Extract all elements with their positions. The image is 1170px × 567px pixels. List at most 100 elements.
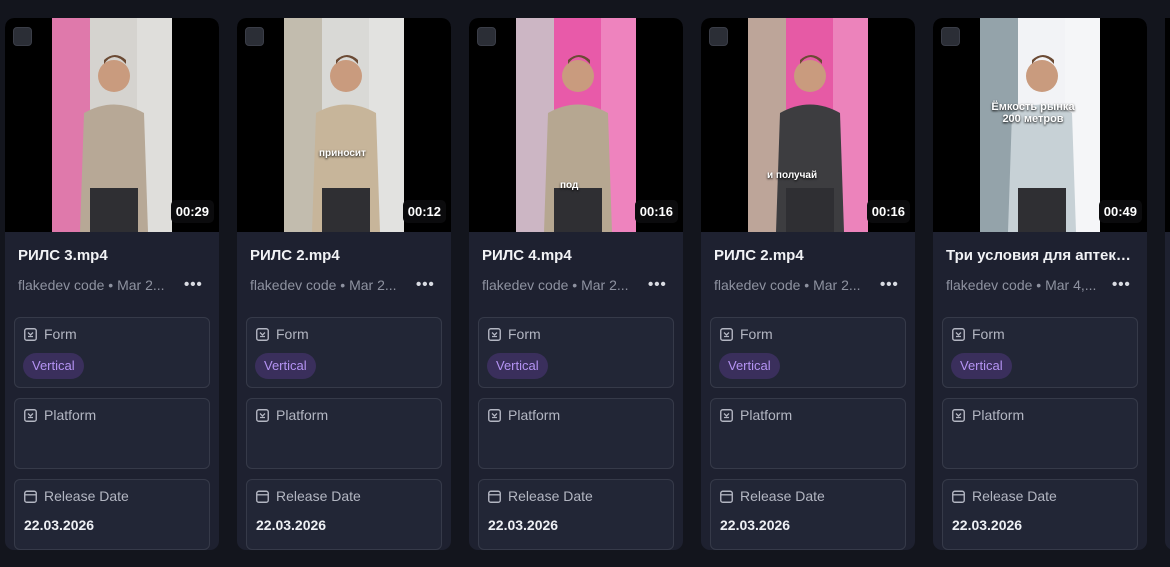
form-field[interactable]: Form Vertical — [14, 317, 210, 388]
duration-badge: 00:16 — [866, 200, 910, 223]
video-title[interactable]: РИЛС 4.mp4 — [482, 247, 672, 264]
video-title[interactable]: РИЛС 3.mp4 — [18, 247, 208, 264]
video-frame — [748, 18, 868, 232]
video-title[interactable]: РИЛС 2.mp4 — [714, 247, 904, 264]
form-value-tag[interactable]: Vertical — [487, 353, 548, 379]
more-options-icon[interactable]: ••• — [880, 277, 899, 292]
duration-badge: 00:49 — [1098, 200, 1142, 223]
meta-row: flakedev code • Mar 2... ••• — [250, 276, 440, 294]
release-date-field[interactable]: Release Date 22.03.2026 — [710, 479, 906, 550]
platform-field[interactable]: Platform — [478, 398, 674, 469]
release-date-field[interactable]: Release Date 22.03.2026 — [942, 479, 1138, 550]
platform-label: Platform — [276, 407, 329, 423]
video-frame-image — [516, 18, 636, 232]
video-meta: flakedev code • Mar 2... — [714, 277, 861, 293]
platform-icon — [24, 408, 37, 422]
form-label: Form — [44, 326, 77, 342]
platform-label: Platform — [508, 407, 561, 423]
form-value-tag[interactable]: Vertical — [719, 353, 780, 379]
form-field[interactable]: Form Vertical — [478, 317, 674, 388]
video-frame-image — [284, 18, 404, 232]
platform-field[interactable]: Platform — [710, 398, 906, 469]
video-card[interactable]: под 00:16 РИЛС 4.mp4 flakedev code • Mar… — [469, 18, 683, 550]
video-thumbnail[interactable]: приносит 00:12 — [237, 18, 451, 232]
video-card[interactable]: приносит 00:12 РИЛС 2.mp4 flakedev code … — [237, 18, 451, 550]
video-overlay-text: и получай — [767, 170, 818, 181]
platform-field[interactable]: Platform — [246, 398, 442, 469]
video-frame — [52, 18, 172, 232]
release-date-label: Release Date — [508, 488, 593, 504]
form-value-tag[interactable]: Vertical — [23, 353, 84, 379]
platform-icon — [256, 408, 269, 422]
video-card[interactable]: и получай 00:16 РИЛС 2.mp4 flakedev code… — [701, 18, 915, 550]
form-label: Form — [508, 326, 541, 342]
calendar-icon — [720, 490, 733, 503]
release-date-field[interactable]: Release Date 22.03.2026 — [246, 479, 442, 550]
select-checkbox[interactable] — [245, 27, 264, 46]
platform-icon — [488, 408, 501, 422]
form-value-tag[interactable]: Vertical — [255, 353, 316, 379]
duration-badge: 00:29 — [170, 200, 214, 223]
select-checkbox[interactable] — [941, 27, 960, 46]
video-title[interactable]: РИЛС 2.mp4 — [250, 247, 440, 264]
select-checkbox[interactable] — [477, 27, 496, 46]
release-date-value: 22.03.2026 — [952, 517, 1023, 533]
video-overlay-text: приносит — [319, 148, 366, 159]
release-date-value: 22.03.2026 — [24, 517, 95, 533]
form-field[interactable]: Form Vertical — [710, 317, 906, 388]
platform-label: Platform — [972, 407, 1025, 423]
calendar-icon — [488, 490, 501, 503]
form-label: Form — [740, 326, 773, 342]
video-meta: flakedev code • Mar 2... — [250, 277, 397, 293]
video-thumbnail[interactable]: 00:29 — [5, 18, 219, 232]
platform-field[interactable]: Platform — [942, 398, 1138, 469]
calendar-icon — [24, 490, 37, 503]
release-date-label: Release Date — [972, 488, 1057, 504]
video-card[interactable]: Ёмкость рынка 200 метров 00:49 Три услов… — [933, 18, 1147, 550]
platform-icon — [952, 408, 965, 422]
duration-badge: 00:16 — [634, 200, 678, 223]
video-meta: flakedev code • Mar 4,... — [946, 277, 1097, 293]
video-frame — [980, 18, 1100, 232]
form-icon — [256, 327, 269, 341]
video-meta: flakedev code • Mar 2... — [482, 277, 629, 293]
video-frame — [516, 18, 636, 232]
form-icon — [720, 327, 733, 341]
video-overlay-text: под — [560, 180, 579, 191]
form-field[interactable]: Form Vertical — [246, 317, 442, 388]
more-options-icon[interactable]: ••• — [1112, 277, 1131, 292]
duration-badge: 00:12 — [402, 200, 446, 223]
select-checkbox[interactable] — [709, 27, 728, 46]
release-date-label: Release Date — [44, 488, 129, 504]
release-date-value: 22.03.2026 — [256, 517, 327, 533]
meta-row: flakedev code • Mar 2... ••• — [482, 276, 672, 294]
video-meta: flakedev code • Mar 2... — [18, 277, 165, 293]
more-options-icon[interactable]: ••• — [184, 277, 203, 292]
release-date-field[interactable]: Release Date 22.03.2026 — [14, 479, 210, 550]
release-date-value: 22.03.2026 — [488, 517, 559, 533]
next-card-peek[interactable] — [1165, 18, 1170, 550]
release-date-field[interactable]: Release Date 22.03.2026 — [478, 479, 674, 550]
meta-row: flakedev code • Mar 2... ••• — [18, 276, 208, 294]
form-field[interactable]: Form Vertical — [942, 317, 1138, 388]
form-icon — [24, 327, 37, 341]
form-label: Form — [276, 326, 309, 342]
video-thumbnail[interactable]: Ёмкость рынка 200 метров 00:49 — [933, 18, 1147, 232]
video-grid: 00:29 РИЛС 3.mp4 flakedev code • Mar 2..… — [0, 0, 1170, 567]
video-thumbnail[interactable]: под 00:16 — [469, 18, 683, 232]
form-value-tag[interactable]: Vertical — [951, 353, 1012, 379]
video-title[interactable]: Три условия для аптеки... — [946, 247, 1136, 264]
meta-row: flakedev code • Mar 4,... ••• — [946, 276, 1136, 294]
release-date-value: 22.03.2026 — [720, 517, 791, 533]
video-card[interactable]: 00:29 РИЛС 3.mp4 flakedev code • Mar 2..… — [5, 18, 219, 550]
platform-field[interactable]: Platform — [14, 398, 210, 469]
select-checkbox[interactable] — [13, 27, 32, 46]
more-options-icon[interactable]: ••• — [416, 277, 435, 292]
meta-row: flakedev code • Mar 2... ••• — [714, 276, 904, 294]
more-options-icon[interactable]: ••• — [648, 277, 667, 292]
form-icon — [952, 327, 965, 341]
calendar-icon — [256, 490, 269, 503]
platform-label: Platform — [740, 407, 793, 423]
form-icon — [488, 327, 501, 341]
video-thumbnail[interactable]: и получай 00:16 — [701, 18, 915, 232]
